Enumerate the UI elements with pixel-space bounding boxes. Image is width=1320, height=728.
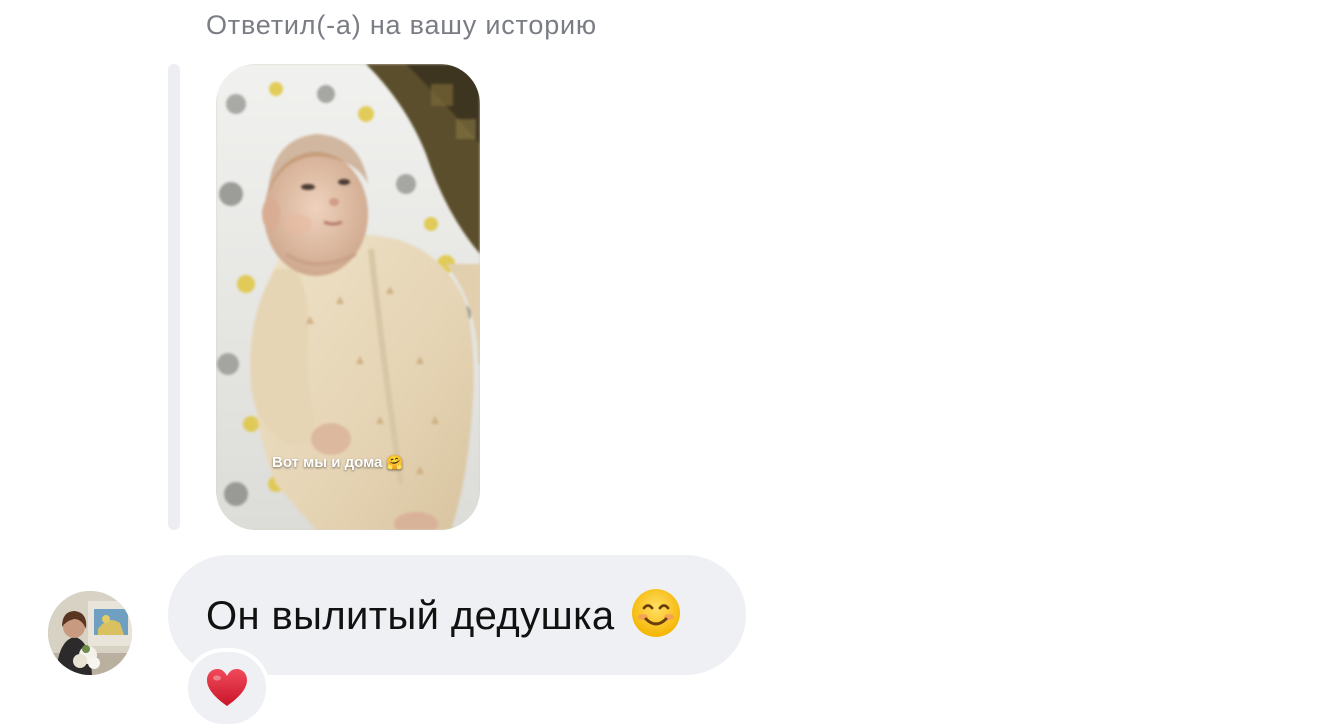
- story-thumbnail[interactable]: Вот мы и дома 🤗: [216, 64, 480, 530]
- reply-quote-line: [168, 64, 180, 530]
- story-overlay-text: Вот мы и дома 🤗: [272, 454, 404, 471]
- reaction-badge[interactable]: [184, 648, 270, 728]
- reply-caption: Ответил(-а) на вашу историю: [206, 10, 597, 40]
- message-text-label: Он вылитый дедушка: [206, 593, 615, 638]
- message-text: Он вылитый дедушка: [206, 588, 681, 639]
- avatar-photo: [48, 591, 132, 675]
- story-overlay-label: Вот мы и дома: [272, 454, 383, 471]
- sender-avatar[interactable]: [48, 591, 132, 675]
- hugging-face-icon: 🤗: [386, 454, 404, 470]
- heart-icon: [207, 669, 247, 706]
- smiling-face-icon: [631, 588, 680, 637]
